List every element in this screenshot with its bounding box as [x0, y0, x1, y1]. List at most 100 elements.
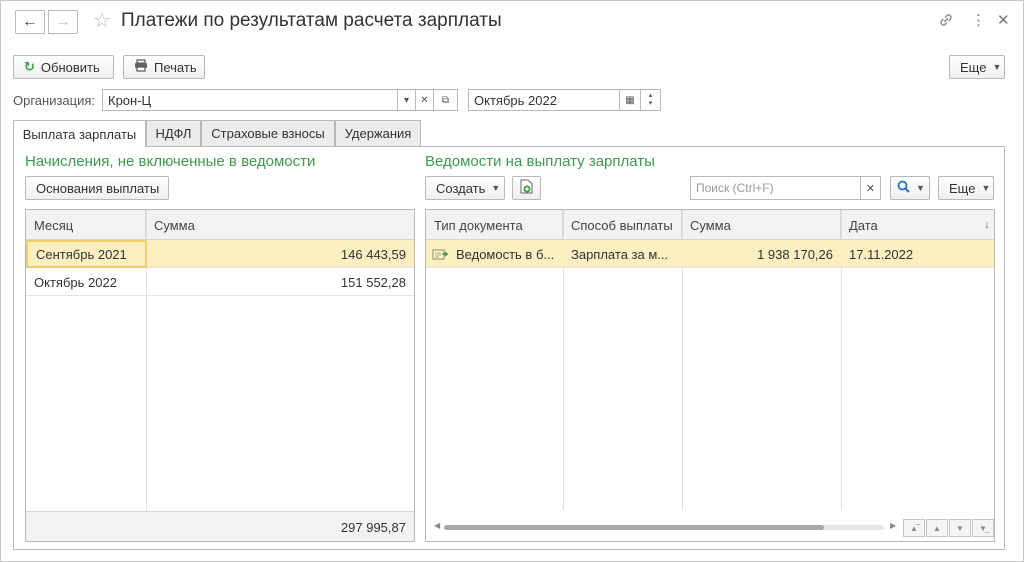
payroll-statements-title: Ведомости на выплату зарплаты: [425, 153, 655, 170]
go-up-button[interactable]: ▲: [926, 519, 948, 537]
search-button[interactable]: ▼: [890, 176, 930, 200]
go-down-button[interactable]: ▼: [949, 519, 971, 537]
document-posted-icon: [432, 248, 448, 261]
period-field[interactable]: Октябрь 2022: [468, 89, 620, 111]
period-value: Октябрь 2022: [474, 92, 557, 108]
create-button[interactable]: Создать ▼: [425, 176, 505, 200]
more-vertical-icon[interactable]: ⋮: [971, 12, 986, 30]
go-first-button[interactable]: ▲̅: [903, 519, 925, 537]
refresh-icon: ↻: [24, 59, 35, 74]
chevron-down-icon: ▼: [916, 183, 925, 193]
arrow-right-icon: →: [55, 13, 71, 30]
organization-dropdown-button[interactable]: ▾: [398, 89, 416, 111]
create-based-on-button[interactable]: [512, 176, 541, 200]
period-stepper[interactable]: ▴ ▾: [641, 89, 661, 111]
table-header: Тип документа Способ выплаты Сумма Дата …: [426, 210, 994, 240]
table-row[interactable]: Ведомость в б... Зарплата за м... 1 938 …: [426, 240, 994, 268]
right-more-button[interactable]: Еще ▼: [938, 176, 994, 200]
refresh-label: Обновить: [40, 59, 100, 75]
document-add-icon: [520, 179, 533, 197]
chevron-down-icon: ▾: [403, 94, 410, 106]
column-sum[interactable]: Сумма: [682, 210, 841, 240]
create-label: Создать: [436, 180, 486, 196]
tab-label: Страховые взносы: [211, 126, 325, 141]
clear-icon: ✕: [420, 94, 429, 106]
calendar-icon: ▦: [625, 94, 635, 106]
chevron-down-icon: ▼: [992, 62, 1002, 72]
more-label: Еще: [960, 59, 987, 75]
page-title: Платежи по результатам расчета зарплаты: [121, 10, 502, 31]
accruals-table: Месяц Сумма Сентябрь 2021 146 443,59 Окт…: [25, 209, 415, 542]
organization-clear-button[interactable]: ✕: [416, 89, 434, 111]
total-sum: 297 995,87: [340, 519, 406, 535]
tab-deductions[interactable]: Удержания: [335, 120, 421, 146]
link-icon[interactable]: [938, 12, 954, 33]
sort-desc-icon[interactable]: ↓: [984, 217, 990, 231]
tab-label: НДФЛ: [155, 126, 192, 141]
cell-sum[interactable]: 151 552,28: [146, 268, 414, 296]
organization-field[interactable]: Крон-Ц: [102, 89, 398, 111]
search-icon: [897, 180, 910, 196]
cell-month[interactable]: Октябрь 2022: [26, 268, 146, 296]
right-more-label: Еще: [949, 180, 976, 196]
column-document-type[interactable]: Тип документа: [426, 210, 563, 240]
tab-insurance[interactable]: Страховые взносы: [201, 120, 335, 146]
cell-document-type[interactable]: Ведомость в б...: [426, 240, 563, 268]
cell-month[interactable]: Сентябрь 2021: [26, 240, 147, 268]
column-payment-method[interactable]: Способ выплаты: [563, 210, 682, 240]
tab-label: Выплата зарплаты: [22, 126, 137, 142]
back-button[interactable]: ←: [15, 10, 45, 34]
cell-sum[interactable]: 1 938 170,26: [682, 240, 841, 268]
payment-basis-label: Основания выплаты: [36, 180, 160, 196]
print-label: Печать: [154, 59, 197, 75]
open-window-icon: ⧉: [441, 94, 450, 106]
main-window: ← → ☆ Платежи по результатам расчета зар…: [0, 0, 1024, 562]
page-up-icon: ▲: [933, 523, 941, 533]
search-placeholder: Поиск (Ctrl+F): [696, 181, 774, 195]
arrow-left-icon: ←: [22, 13, 38, 30]
cell-payment-method[interactable]: Зарплата за м...: [563, 240, 682, 268]
page-down-icon: ▼: [956, 523, 964, 533]
table-row[interactable]: Сентябрь 2021 146 443,59: [26, 240, 414, 268]
go-last-button[interactable]: ▼̲: [972, 519, 994, 537]
cell-date[interactable]: 17.11.2022: [841, 240, 994, 268]
table-header: Месяц Сумма: [26, 210, 414, 240]
refresh-button[interactable]: ↻ Обновить: [13, 55, 114, 79]
more-button[interactable]: Еще ▼: [949, 55, 1005, 79]
scroll-thumb[interactable]: [444, 525, 824, 530]
stepper-down-icon: ▾: [648, 100, 653, 107]
scroll-right-icon[interactable]: ▶: [890, 521, 896, 530]
chevron-down-icon: ▼: [981, 183, 991, 193]
tab-salary-payment[interactable]: Выплата зарплаты: [13, 120, 146, 147]
title-bar: ← → ☆ Платежи по результатам расчета зар…: [1, 1, 1023, 43]
organization-label: Организация:: [13, 93, 96, 108]
table-row[interactable]: Октябрь 2022 151 552,28: [26, 268, 414, 296]
tab-label: Удержания: [344, 126, 412, 141]
forward-button[interactable]: →: [48, 10, 78, 34]
search-clear-button[interactable]: ✕: [861, 176, 881, 200]
stepper-up-icon: ▴: [648, 92, 653, 99]
horizontal-scrollbar[interactable]: ◀ ▶: [434, 521, 896, 531]
column-sum[interactable]: Сумма: [146, 210, 414, 240]
close-icon[interactable]: ✕: [997, 12, 1010, 30]
cell-sum[interactable]: 146 443,59: [147, 240, 414, 268]
printer-icon: [134, 59, 148, 75]
star-icon[interactable]: ☆: [93, 10, 111, 32]
first-page-icon: ▲̅: [910, 523, 918, 533]
payment-basis-button[interactable]: Основания выплаты: [25, 176, 169, 200]
print-button[interactable]: Печать: [123, 55, 205, 79]
chevron-down-icon: ▼: [491, 183, 501, 193]
last-page-icon: ▼̲: [979, 523, 987, 533]
statements-table: Тип документа Способ выплаты Сумма Дата …: [425, 209, 995, 542]
scroll-left-icon[interactable]: ◀: [434, 521, 440, 530]
unpaid-accruals-title: Начисления, не включенные в ведомости: [25, 153, 316, 170]
calendar-button[interactable]: ▦: [620, 89, 641, 111]
search-input[interactable]: Поиск (Ctrl+F): [690, 176, 861, 200]
column-date[interactable]: Дата: [841, 210, 994, 240]
tab-ndfl[interactable]: НДФЛ: [146, 120, 201, 146]
organization-value: Крон-Ц: [108, 92, 152, 108]
document-type-value: Ведомость в б...: [456, 246, 555, 262]
organization-open-button[interactable]: ⧉: [434, 89, 458, 111]
clear-icon: ✕: [865, 182, 876, 195]
column-month[interactable]: Месяц: [26, 210, 146, 240]
